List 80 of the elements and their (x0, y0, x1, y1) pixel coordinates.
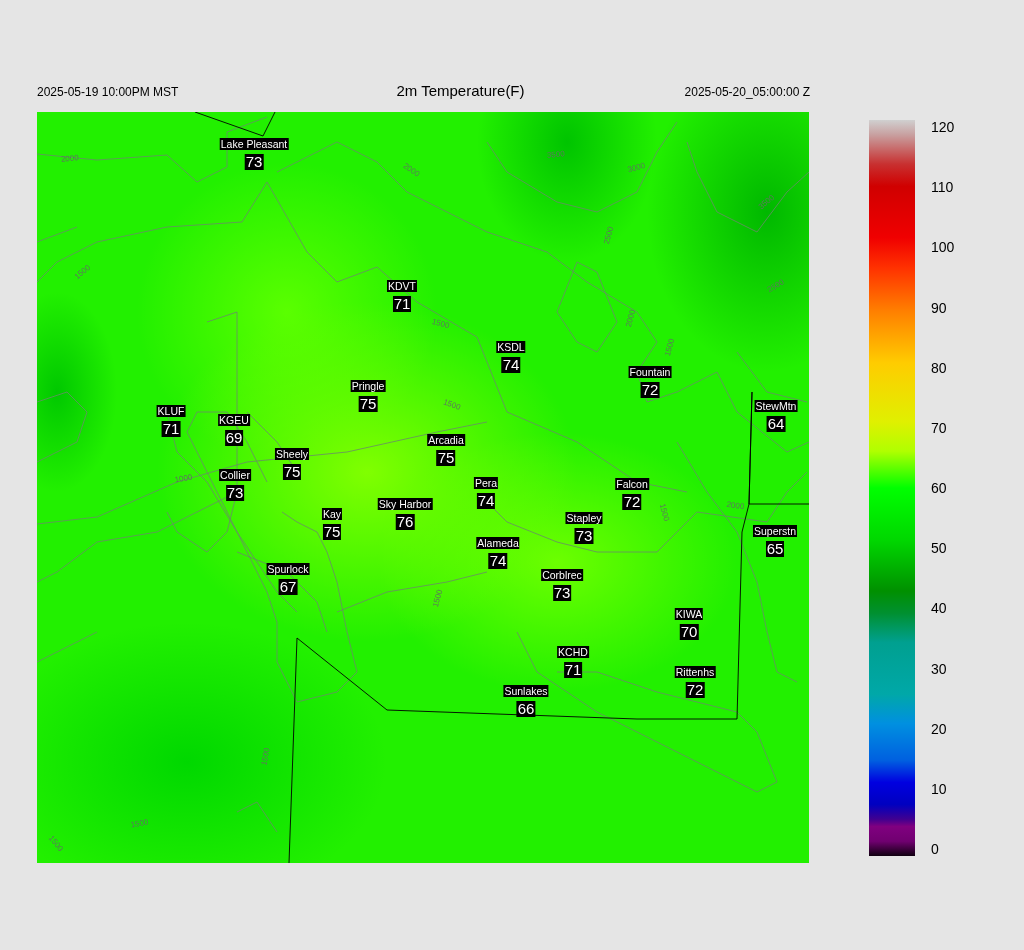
scale-label: 10 (931, 780, 947, 797)
station-name: Spurlock (266, 563, 310, 575)
station-name: Superstn (753, 525, 797, 537)
station-name: Collier (219, 469, 251, 481)
contour-label: 2000 (725, 499, 745, 512)
station-name: Stapley (565, 512, 603, 524)
station-value: 71 (161, 421, 181, 437)
station-value: 66 (516, 701, 536, 717)
contour-label: 1500 (430, 588, 445, 609)
station-value: 64 (766, 416, 786, 432)
scale-label: 0 (931, 841, 939, 857)
station-name: KGEU (218, 414, 250, 426)
valid-time: 2025-05-20_05:00:00 Z (684, 85, 810, 99)
contour-label: 2500 (601, 225, 616, 246)
station-name: Arcadia (427, 434, 465, 446)
contour-label: 2500 (765, 277, 786, 295)
contour-label: 3000 (626, 160, 647, 175)
chart-title: 2m Temperature(F) (396, 82, 525, 99)
station-name: Rittenhs (674, 666, 716, 678)
scale-label: 40 (931, 600, 947, 617)
station-name: Pringle (350, 380, 386, 392)
station-value: 72 (640, 382, 660, 398)
contour-label: 1500 (430, 316, 451, 331)
station-name: KDVT (387, 280, 417, 292)
station-value: 73 (552, 585, 572, 601)
scale-label: 20 (931, 720, 947, 737)
station-name: KIWA (674, 608, 704, 620)
scale-label: 80 (931, 359, 947, 376)
scale-label: 110 (931, 179, 954, 196)
station-name: Kay (321, 508, 343, 520)
station-value: 72 (685, 682, 705, 698)
station-value: 69 (224, 430, 244, 446)
contour-label: 2000 (623, 308, 638, 329)
contour-label: 1500 (130, 817, 150, 830)
contour-label: 1500 (441, 397, 462, 412)
local-time: 2025-05-19 10:00PM MST (37, 85, 179, 99)
station-name: Sunlakes (503, 685, 549, 697)
station-value: 75 (436, 450, 456, 466)
contour-label: 2000 (60, 153, 80, 164)
station-name: Sky Harbor (377, 498, 433, 510)
contour-label: 1000 (174, 472, 194, 485)
station-name: KLUF (156, 405, 186, 417)
station-name: Lake Pleasant (219, 138, 289, 150)
station-value: 74 (501, 357, 521, 373)
scale-label: 30 (931, 660, 947, 677)
station-name: Corblrec (541, 569, 583, 581)
station-value: 74 (476, 493, 496, 509)
station-value: 73 (244, 154, 264, 170)
station-value: 73 (225, 485, 245, 501)
station-value: 76 (395, 514, 415, 530)
station-value: 73 (574, 528, 594, 544)
scale-label: 90 (931, 299, 947, 316)
station-value: 70 (679, 624, 699, 640)
station-value: 74 (488, 553, 508, 569)
station-value: 72 (622, 494, 642, 510)
contour-label: 1500 (662, 337, 677, 358)
station-value: 75 (322, 524, 342, 540)
station-name: KSDL (496, 341, 526, 353)
station-name: Falcon (615, 478, 649, 490)
station-value: 71 (392, 296, 412, 312)
contour-label: 1500 (657, 502, 672, 523)
contour-label: 1500 (259, 747, 272, 767)
scale-label: 50 (931, 540, 947, 557)
station-name: KCHD (557, 646, 589, 658)
contour-label: 3500 (546, 149, 566, 160)
scale-label: 60 (931, 480, 947, 496)
station-name: Sheely (274, 448, 310, 460)
contour-label: 2000 (401, 161, 422, 179)
station-value: 65 (765, 541, 785, 557)
station-value: 71 (563, 662, 583, 678)
station-name: Alameda (476, 537, 520, 549)
scale-label: 100 (931, 239, 955, 256)
station-name: StewMtn (754, 400, 798, 412)
station-value: 67 (278, 579, 298, 595)
station-value: 75 (358, 396, 378, 412)
station-name: Fountain (628, 366, 672, 378)
scale-label: 70 (931, 419, 947, 436)
station-name: Pera (473, 477, 499, 489)
station-value: 75 (282, 464, 302, 480)
scale-label: 120 (931, 119, 955, 135)
